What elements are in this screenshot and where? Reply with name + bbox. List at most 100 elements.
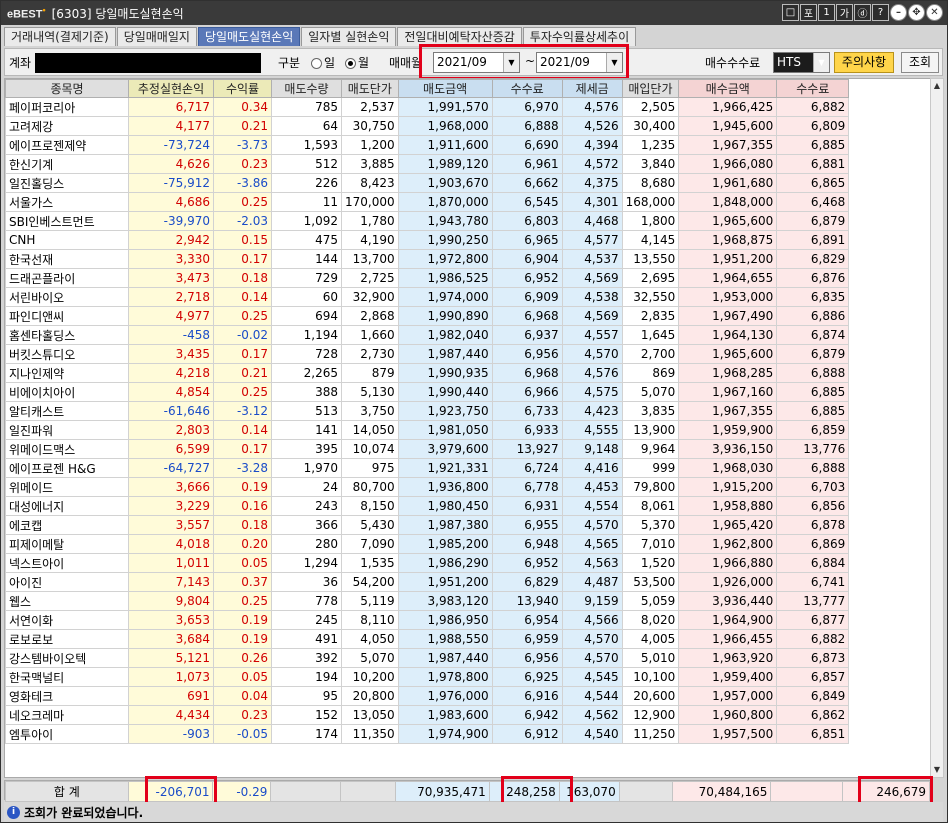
table-row[interactable]: 피제이메탈 4,018 0.20 280 7,090 1,985,200 6,948 4,56… <box>5 534 850 554</box>
column-header[interactable]: 매입단가 <box>621 79 680 98</box>
column-header[interactable]: 매수금액 <box>678 79 778 98</box>
table-cell: 6,849 <box>776 686 850 706</box>
table-cell: 6,885 <box>776 135 850 155</box>
tab-3[interactable]: 당일매도실현손익 <box>197 27 301 46</box>
table-cell: 6,873 <box>776 648 850 668</box>
table-row[interactable]: 서린바이오 2,718 0.14 60 32,900 1,974,000 6,909 4,53… <box>5 287 850 307</box>
table-row[interactable]: 웹스 9,804 0.25 778 5,119 3,983,120 13,940 9,159 5… <box>5 591 850 611</box>
table-cell: 4,145 <box>621 230 680 250</box>
table-cell: 4,686 <box>128 192 214 212</box>
tab-4[interactable]: 일자별 실현손익 <box>301 27 397 46</box>
table-row[interactable]: 서울가스 4,686 0.25 11 170,000 1,870,000 6,545 4,30… <box>5 192 850 212</box>
table-row[interactable]: 아이진 7,143 0.37 36 54,200 1,951,200 6,829 4,487 5… <box>5 572 850 592</box>
table-row[interactable]: 한신기계 4,626 0.23 512 3,885 1,989,120 6,961 4,572… <box>5 154 850 174</box>
table-cell: 5,070 <box>341 648 399 668</box>
column-header[interactable]: 수수료 <box>776 79 850 98</box>
table-cell: 6,933 <box>491 420 563 440</box>
table-row[interactable]: 알티캐스트 -61,646 -3.12 513 3,750 1,923,750 6,733 4… <box>5 401 850 421</box>
table-row[interactable]: 넥스트아이 1,011 0.05 1,294 1,535 1,986,290 6,952 4,… <box>5 553 850 573</box>
window-option-button-5[interactable]: ⓓ <box>854 4 871 21</box>
column-header[interactable]: 종목명 <box>5 79 129 98</box>
table-row[interactable]: 에이프로젠 H&G -64,727 -3.28 1,970 975 1,921,331 6,… <box>5 458 850 478</box>
table-cell: 6,851 <box>776 724 850 744</box>
table-cell: 30,750 <box>341 116 399 136</box>
table-row[interactable]: 일진파워 2,803 0.14 141 14,050 1,981,050 6,933 4,55… <box>5 420 850 440</box>
table-row[interactable]: 한국선재 3,330 0.17 144 13,700 1,972,800 6,904 4,53… <box>5 249 850 269</box>
move-icon[interactable]: ✥ <box>908 4 925 21</box>
table-row[interactable]: 네오크레마 4,434 0.23 152 13,050 1,983,600 6,942 4,5… <box>5 705 850 725</box>
column-header[interactable]: 추정실현손익 <box>128 79 214 98</box>
table-cell: 6,970 <box>491 97 563 117</box>
notice-button[interactable]: 주의사항 <box>834 52 894 73</box>
table-cell: 975 <box>341 458 399 478</box>
buy-fee-select[interactable]: HTS ▼ <box>773 52 830 73</box>
table-cell: 6,874 <box>776 325 850 345</box>
table-cell: 0.34 <box>213 97 272 117</box>
window-option-button-2[interactable]: 포 <box>800 4 817 21</box>
column-header[interactable]: 매도단가 <box>341 79 399 98</box>
window-option-button-1[interactable]: □ <box>782 4 799 21</box>
column-header[interactable]: 매도금액 <box>397 79 493 98</box>
column-header[interactable]: 매도수량 <box>271 79 342 98</box>
table-row[interactable]: 버킷스튜디오 3,435 0.17 728 2,730 1,987,440 6,956 4,5… <box>5 344 850 364</box>
table-cell: 4,570 <box>561 648 623 668</box>
radio-day[interactable]: 일 <box>311 54 335 71</box>
table-row[interactable]: 에코캡 3,557 0.18 366 5,430 1,987,380 6,955 4,570 5… <box>5 515 850 535</box>
column-header[interactable]: 수익률 <box>213 79 272 98</box>
column-header[interactable]: 수수료 <box>491 79 563 98</box>
table-cell: 3,435 <box>128 344 214 364</box>
table-row[interactable]: 대성에너지 3,229 0.16 243 8,150 1,980,450 6,931 4,55… <box>5 496 850 516</box>
query-button[interactable]: 조회 <box>901 52 939 73</box>
table-cell: 대성에너지 <box>5 496 129 516</box>
title-bar: eBEST• [6303] 당일매도실현손익 □ 포 1 가 ⓓ ? – ✥ ✕ <box>1 1 947 25</box>
table-cell: 4,557 <box>561 325 623 345</box>
table-row[interactable]: 강스템바이오텍 5,121 0.26 392 5,070 1,987,440 6,956 4,… <box>5 648 850 668</box>
window-option-button-4[interactable]: 가 <box>836 4 853 21</box>
table-row[interactable]: 한국맥널티 1,073 0.05 194 10,200 1,978,800 6,925 4,5… <box>5 667 850 687</box>
window-option-button-3[interactable]: 1 <box>818 4 835 21</box>
table-row[interactable]: 서연이화 3,653 0.19 245 8,110 1,986,950 6,954 4,566… <box>5 610 850 630</box>
table-row[interactable]: 엠투아이 -903 -0.05 174 11,350 1,974,900 6,912 4,54… <box>5 724 850 744</box>
table-cell: 0.19 <box>213 610 272 630</box>
table-row[interactable]: 고려제강 4,177 0.21 64 30,750 1,968,000 6,888 4,526… <box>5 116 850 136</box>
table-row[interactable]: 파인디앤씨 4,977 0.25 694 2,868 1,990,890 6,968 4,56… <box>5 306 850 326</box>
tab-2[interactable]: 당일매매일지 <box>116 27 197 46</box>
table-cell: 1,978,800 <box>397 667 493 687</box>
table-row[interactable]: 위메이드 3,666 0.19 24 80,700 1,936,800 6,778 4,453… <box>5 477 850 497</box>
vertical-scrollbar[interactable]: ▲ ▼ <box>930 78 944 778</box>
table-cell: 152 <box>271 705 342 725</box>
table-row[interactable]: SBI인베스트먼트 -39,970 -2.03 1,092 1,780 1,943,780… <box>5 211 850 231</box>
table-row[interactable]: 페이퍼코리아 6,717 0.34 785 2,537 1,991,570 6,970 4,5… <box>5 97 850 117</box>
help-button[interactable]: ? <box>872 4 889 21</box>
table-cell: 3,983,120 <box>397 591 493 611</box>
minimize-icon[interactable]: – <box>890 4 907 21</box>
tab-1[interactable]: 거래내역(결제기준) <box>4 27 116 46</box>
table-row[interactable]: 지나인제약 4,218 0.21 2,265 879 1,990,935 6,968 4,57… <box>5 363 850 383</box>
table-cell: 1,967,355 <box>678 401 778 421</box>
table-cell: 0.23 <box>213 705 272 725</box>
table-cell: 6,857 <box>776 667 850 687</box>
table-cell: 1,951,200 <box>678 249 778 269</box>
scroll-down-icon[interactable]: ▼ <box>931 763 943 777</box>
close-icon[interactable]: ✕ <box>926 4 943 21</box>
table-row[interactable]: 일진홀딩스 -75,912 -3.86 226 8,423 1,903,670 6,662 4… <box>5 173 850 193</box>
table-cell: 1,966,425 <box>678 97 778 117</box>
radio-month[interactable]: 월 <box>345 54 369 71</box>
table-row[interactable]: 로보로보 3,684 0.19 491 4,050 1,988,550 6,959 4,570… <box>5 629 850 649</box>
table-cell: 1,968,000 <box>397 116 493 136</box>
table-row[interactable]: 홈센타홀딩스 -458 -0.02 1,194 1,660 1,982,040 6,937 4… <box>5 325 850 345</box>
table-cell: 6,931 <box>491 496 563 516</box>
table-cell: 243 <box>271 496 342 516</box>
table-row[interactable]: CNH 2,942 0.15 475 4,190 1,990,250 6,965 4,577 4… <box>5 230 850 250</box>
table-row[interactable]: 드래곤플라이 3,473 0.18 729 2,725 1,986,525 6,952 4,5… <box>5 268 850 288</box>
column-header[interactable]: 제세금 <box>561 79 623 98</box>
table-row[interactable]: 비에이치아이 4,854 0.25 388 5,130 1,990,440 6,966 4,5… <box>5 382 850 402</box>
table-row[interactable]: 영화테크 691 0.04 95 20,800 1,976,000 6,916 4,544 20… <box>5 686 850 706</box>
account-number-field[interactable] <box>35 53 261 73</box>
scroll-up-icon[interactable]: ▲ <box>931 79 943 93</box>
table-cell: 194 <box>271 667 342 687</box>
table-row[interactable]: 에이프로젠제약 -73,724 -3.73 1,593 1,200 1,911,600 6,… <box>5 135 850 155</box>
table-cell: 4,005 <box>621 629 680 649</box>
table-cell: 691 <box>128 686 214 706</box>
table-row[interactable]: 위메이드맥스 6,599 0.17 395 10,074 3,979,600 13,927 9… <box>5 439 850 459</box>
